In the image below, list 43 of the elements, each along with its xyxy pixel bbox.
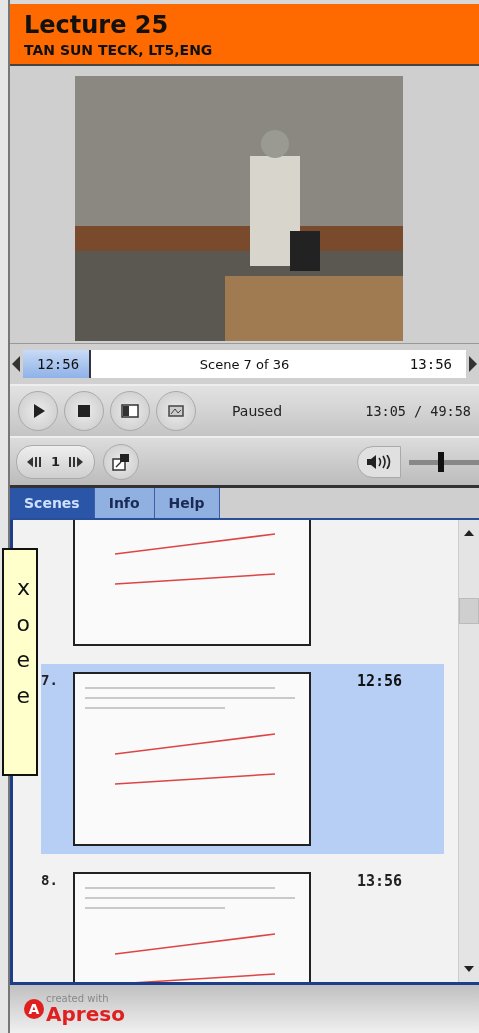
volume-slider[interactable] (409, 451, 479, 472)
stop-button[interactable] (64, 391, 104, 431)
scroll-down-icon (464, 966, 474, 972)
faster-icon (68, 455, 85, 468)
brand-name: Apreso (46, 1004, 125, 1024)
scene-end-time: 13:56 (409, 356, 452, 372)
slides-button[interactable] (156, 391, 196, 431)
lecture-title: Lecture 25 (24, 10, 170, 40)
scene-label: Scene 7 of 36 (199, 356, 290, 372)
next-scene-icon (469, 356, 477, 372)
scene-time: 13:56 (357, 872, 403, 890)
speed-control[interactable]: 1 (16, 444, 96, 479)
previous-scene-icon (12, 356, 20, 372)
playback-time: 13:05 / 49:58 (365, 403, 471, 419)
scene-track[interactable]: 12:56 Scene 7 of 36 13:56 (23, 350, 466, 378)
play-button[interactable] (18, 391, 58, 431)
scrollbar[interactable] (458, 520, 479, 982)
layout-button[interactable] (110, 391, 150, 431)
logo-badge: A (24, 999, 44, 1019)
callout-text: o (16, 612, 30, 636)
lecturer-subtitle: TAN SUN TECK, LT5,ENG (24, 41, 214, 60)
callout-text: e (16, 684, 30, 708)
speaker-icon (365, 454, 393, 469)
credit-text: created with (46, 994, 110, 1004)
playback-status: Paused (232, 403, 283, 419)
speed-value: 1 (51, 454, 61, 469)
scene-item[interactable]: 7. 12:56 (41, 664, 444, 854)
callout-text: e (16, 648, 30, 672)
volume-thumb[interactable] (437, 451, 444, 472)
scroll-up-icon (464, 530, 474, 536)
tab[interactable]: Info (94, 488, 155, 518)
scene-item[interactable]: 8. 13:56 (41, 864, 444, 982)
callout-text: x (16, 576, 30, 600)
tab[interactable]: Help (154, 488, 220, 518)
volume-button[interactable] (357, 445, 401, 478)
slower-icon (27, 455, 43, 468)
scroll-thumb[interactable] (459, 598, 479, 624)
scene-number: 8. (41, 872, 59, 888)
tab[interactable]: Scenes (10, 488, 95, 518)
scene-number: 7. (41, 672, 59, 688)
scene-time: 12:56 (357, 672, 403, 690)
scene-start-time: 12:56 (37, 356, 80, 372)
popout-button[interactable] (103, 443, 140, 480)
